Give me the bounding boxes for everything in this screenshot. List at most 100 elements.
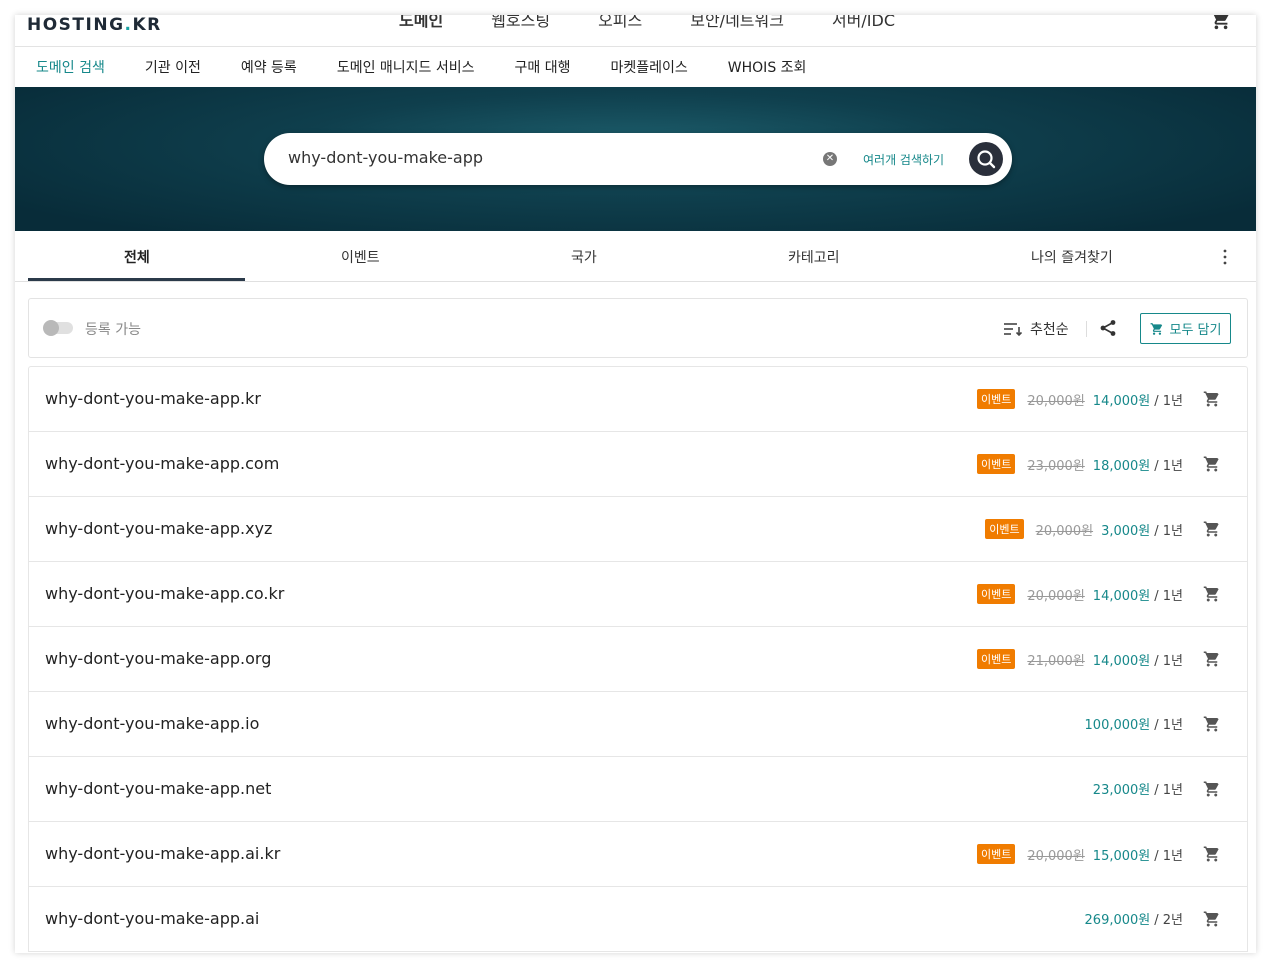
result-row[interactable]: why-dont-you-make-app.com 이벤트 23,000원 18,00… xyxy=(29,432,1247,497)
tab-favorites[interactable]: 나의 즐겨찾기 xyxy=(1031,247,1113,267)
gnb-item-domain[interactable]: 도메인 xyxy=(375,15,467,31)
original-price: 20,000원 xyxy=(1027,588,1085,604)
original-price: 20,000원 xyxy=(1027,393,1085,409)
term-label: / 1년 xyxy=(1154,588,1183,604)
event-badge: 이벤트 xyxy=(976,649,1016,669)
global-nav: 도메인 웹호스팅 오피스 보안/네트워크 서버/IDC xyxy=(375,15,919,31)
gnb-item-webhosting[interactable]: 웹호스팅 xyxy=(467,15,574,31)
domain-name[interactable]: why-dont-you-make-app.com xyxy=(45,454,279,473)
event-badge: 이벤트 xyxy=(985,519,1024,539)
event-badge: 이벤트 xyxy=(976,584,1016,604)
cart-icon[interactable] xyxy=(1203,585,1221,603)
gnb-item-security[interactable]: 보안/네트워크 xyxy=(666,15,808,31)
cart-icon[interactable] xyxy=(1203,520,1221,538)
result-row[interactable]: why-dont-you-make-app.io 100,000원/ 1년 xyxy=(29,692,1247,757)
result-row[interactable]: why-dont-you-make-app.org 이벤트 21,000원 14,00… xyxy=(29,627,1247,692)
sort-icon xyxy=(1004,323,1022,336)
sale-price: 23,000원 xyxy=(1092,783,1151,798)
domain-name[interactable]: why-dont-you-make-app.org xyxy=(45,649,271,668)
result-row[interactable]: why-dont-you-make-app.xyz 이벤트 20,000원 3,000… xyxy=(29,497,1247,562)
search-input[interactable]: why-dont-you-make-app ✕ 여러개 검색하기 xyxy=(264,133,1012,185)
domain-name[interactable]: why-dont-you-make-app.io xyxy=(45,714,259,733)
cart-icon[interactable] xyxy=(1210,15,1232,31)
tab-all[interactable]: 전체 xyxy=(124,247,150,267)
result-row[interactable]: why-dont-you-make-app.net 23,000원/ 1년 xyxy=(29,757,1247,822)
cart-icon[interactable] xyxy=(1203,455,1221,473)
available-toggle[interactable] xyxy=(43,320,73,336)
subnav-marketplace[interactable]: 마켓플레이스 xyxy=(611,57,688,77)
domain-name[interactable]: why-dont-you-make-app.ai xyxy=(45,909,259,928)
result-row[interactable]: why-dont-you-make-app.ai.kr 이벤트 20,000원 15,… xyxy=(29,822,1247,887)
price-group: 269,000원/ 2년 xyxy=(1085,909,1183,928)
add-all-button[interactable]: 모두 담기 xyxy=(1140,313,1231,344)
price-group: 이벤트 20,000원 3,000원/ 1년 xyxy=(985,519,1183,539)
divider xyxy=(1086,321,1087,337)
search-icon xyxy=(977,150,996,169)
tab-category[interactable]: 카테고리 xyxy=(788,247,840,267)
more-icon[interactable] xyxy=(1223,249,1227,265)
page-frame: HOSTING.KR 도메인 웹호스팅 오피스 보안/네트워크 서버/IDC 도… xyxy=(15,15,1256,953)
sale-price: 15,000원 xyxy=(1092,848,1151,864)
domain-name[interactable]: why-dont-you-make-app.kr xyxy=(45,389,261,408)
cart-icon[interactable] xyxy=(1203,715,1221,733)
sale-price: 100,000원 xyxy=(1084,718,1151,733)
cart-icon[interactable] xyxy=(1203,845,1221,863)
event-badge: 이벤트 xyxy=(976,389,1016,409)
multi-search-link[interactable]: 여러개 검색하기 xyxy=(863,151,944,168)
active-tab-indicator xyxy=(28,278,245,281)
subnav-transfer[interactable]: 기관 이전 xyxy=(145,57,201,77)
sale-price: 3,000원 xyxy=(1101,523,1151,539)
sale-price: 14,000원 xyxy=(1092,393,1151,409)
subnav-purchase-agency[interactable]: 구매 대행 xyxy=(515,57,571,77)
domain-results: why-dont-you-make-app.kr 이벤트 20,000원 14,000… xyxy=(28,366,1248,952)
domain-name[interactable]: why-dont-you-make-app.xyz xyxy=(45,519,272,538)
result-row[interactable]: why-dont-you-make-app.ai 269,000원/ 2년 xyxy=(29,887,1247,952)
search-hero: why-dont-you-make-app ✕ 여러개 검색하기 xyxy=(15,87,1256,231)
price-group: 이벤트 21,000원 14,000원/ 1년 xyxy=(976,649,1183,669)
domain-name[interactable]: why-dont-you-make-app.ai.kr xyxy=(45,844,280,863)
tab-country[interactable]: 국가 xyxy=(571,247,597,267)
domain-subnav: 도메인 검색 기관 이전 예약 등록 도메인 매니지드 서비스 구매 대행 마켓… xyxy=(15,47,1256,87)
top-header: HOSTING.KR 도메인 웹호스팅 오피스 보안/네트워크 서버/IDC xyxy=(15,15,1256,47)
event-badge: 이벤트 xyxy=(976,844,1016,864)
price-group: 이벤트 23,000원 18,000원/ 1년 xyxy=(976,454,1183,474)
term-label: / 2년 xyxy=(1154,913,1183,928)
cart-icon[interactable] xyxy=(1203,780,1221,798)
cart-icon[interactable] xyxy=(1203,390,1221,408)
term-label: / 1년 xyxy=(1154,393,1183,409)
result-row[interactable]: why-dont-you-make-app.kr 이벤트 20,000원 14,000… xyxy=(29,367,1247,432)
price-group: 이벤트 20,000원 15,000원/ 1년 xyxy=(976,844,1183,864)
search-button[interactable] xyxy=(969,142,1003,176)
logo[interactable]: HOSTING.KR xyxy=(27,15,162,35)
tab-event[interactable]: 이벤트 xyxy=(341,247,380,267)
add-all-label: 모두 담기 xyxy=(1169,323,1222,338)
original-price: 20,000원 xyxy=(1035,523,1094,539)
search-query[interactable]: why-dont-you-make-app xyxy=(288,148,483,167)
gnb-item-server[interactable]: 서버/IDC xyxy=(808,15,919,31)
cart-icon[interactable] xyxy=(1203,650,1221,668)
term-label: / 1년 xyxy=(1154,523,1183,539)
available-label: 등록 가능 xyxy=(85,322,141,338)
subnav-managed-service[interactable]: 도메인 매니지드 서비스 xyxy=(337,57,475,77)
sale-price: 14,000원 xyxy=(1092,588,1151,604)
result-row[interactable]: why-dont-you-make-app.co.kr 이벤트 20,000원 14,… xyxy=(29,562,1247,627)
sale-price: 269,000원 xyxy=(1084,913,1151,928)
event-badge: 이벤트 xyxy=(976,454,1016,474)
clear-icon[interactable]: ✕ xyxy=(823,152,837,166)
price-group: 23,000원/ 1년 xyxy=(1093,779,1183,798)
domain-name[interactable]: why-dont-you-make-app.net xyxy=(45,779,271,798)
cart-icon xyxy=(1150,322,1162,335)
original-price: 20,000원 xyxy=(1027,848,1085,864)
subnav-domain-search[interactable]: 도메인 검색 xyxy=(36,57,105,77)
share-icon[interactable] xyxy=(1099,319,1117,337)
sale-price: 14,000원 xyxy=(1092,653,1151,669)
domain-name[interactable]: why-dont-you-make-app.co.kr xyxy=(45,584,284,603)
subnav-reservation[interactable]: 예약 등록 xyxy=(241,57,297,77)
gnb-item-office[interactable]: 오피스 xyxy=(574,15,666,31)
cart-icon[interactable] xyxy=(1203,910,1221,928)
term-label: / 1년 xyxy=(1154,848,1183,864)
result-tabs: 전체 이벤트 국가 카테고리 나의 즐겨찾기 xyxy=(15,231,1256,282)
original-price: 21,000원 xyxy=(1027,653,1085,669)
subnav-whois[interactable]: WHOIS 조회 xyxy=(728,57,807,77)
sort-button[interactable]: 추천순 xyxy=(1004,319,1069,339)
